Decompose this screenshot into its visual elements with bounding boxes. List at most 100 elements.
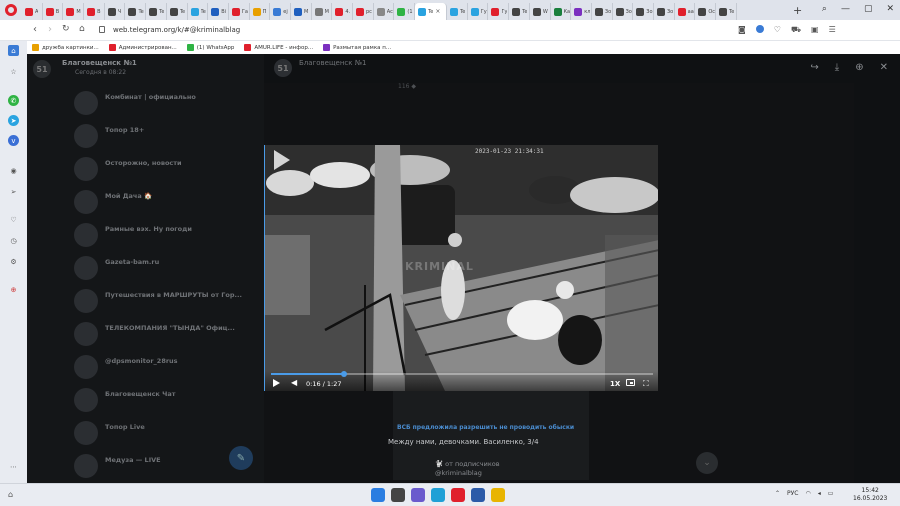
chat-item[interactable]: Gazeta-bam.ru	[27, 252, 264, 285]
browser-tab[interactable]: П	[250, 3, 271, 20]
browser-tab[interactable]: Te	[146, 3, 167, 20]
progress-knob[interactable]	[340, 371, 347, 377]
battery-icon[interactable]: ▭	[828, 490, 834, 497]
task-view-icon[interactable]	[391, 488, 405, 502]
home-icon[interactable]: ⌂	[79, 24, 85, 34]
star-icon[interactable]: ☆	[8, 66, 19, 77]
video-player[interactable]: 2023-01-23 21:34:31 KRIMINAL ◀ 0:16 / 1:…	[264, 145, 658, 391]
zoom-icon[interactable]: ⊕	[855, 62, 863, 73]
favorites-heart-icon[interactable]: ♡	[8, 214, 19, 225]
bookmark-item[interactable]: дружба картинки...	[32, 44, 99, 51]
settings-gear-icon[interactable]: ⚙	[8, 256, 19, 267]
new-tab-button[interactable]: +	[793, 4, 802, 17]
browser-tab[interactable]: В	[43, 3, 64, 20]
forward-button[interactable]: ›	[48, 24, 52, 35]
fullscreen-icon[interactable]: ⛶	[643, 379, 649, 389]
browser-tab[interactable]: W	[530, 3, 551, 20]
browser-tab[interactable]: Te ×	[415, 3, 448, 20]
chat-item[interactable]: Мой Дача 🏠	[27, 186, 264, 219]
channel-avatar[interactable]: 51	[33, 60, 51, 78]
chevron-up-icon[interactable]: ⌃	[775, 490, 780, 497]
browser-tab[interactable]: Гу	[488, 3, 510, 20]
browser-tab[interactable]: (1	[394, 3, 416, 20]
browser-tab[interactable]: Зо	[633, 3, 654, 20]
browser-tab[interactable]: Te	[716, 3, 737, 20]
scroll-down-icon[interactable]: ⌄	[696, 452, 718, 474]
reload-button[interactable]: ↻	[62, 24, 70, 34]
lock-icon[interactable]	[99, 26, 105, 33]
maximize-button[interactable]: ▢	[864, 4, 873, 14]
browser-tab[interactable]: 4.	[332, 3, 353, 20]
ai-icon[interactable]: ⊕	[8, 284, 19, 295]
play-button[interactable]	[273, 379, 280, 387]
speaker-icon[interactable]: ◂	[818, 490, 821, 497]
browser-tab[interactable]: Зо	[654, 3, 675, 20]
browser-tab[interactable]: Гу	[468, 3, 489, 20]
browser-tab[interactable]: Ас	[374, 3, 395, 20]
language-indicator[interactable]: РУС	[787, 490, 798, 497]
cart-icon[interactable]: ⛟	[791, 25, 801, 35]
widgets-icon[interactable]: ⌂	[8, 490, 13, 499]
speed-dial-icon[interactable]: ⌂	[8, 45, 19, 56]
browser-tab[interactable]: В	[84, 3, 105, 20]
minimize-button[interactable]: —	[841, 4, 850, 14]
wifi-icon[interactable]: ◠	[806, 490, 811, 497]
clock[interactable]: 15:42 16.05.2023	[853, 487, 887, 503]
opera-logo-icon[interactable]	[5, 4, 17, 16]
browser-tab[interactable]: кл	[571, 3, 592, 20]
forward-icon[interactable]: ↪	[810, 62, 818, 73]
viewer-author[interactable]: Благовещенск №1	[299, 59, 366, 67]
search-tabs-icon[interactable]: ⌕	[822, 4, 827, 14]
browser-tab[interactable]: A	[22, 3, 43, 20]
browser-tab[interactable]: М	[63, 3, 85, 20]
chat-item[interactable]: ТЕЛЕКОМПАНИЯ "ТЫНДА" Офиц...	[27, 318, 264, 351]
browser-tab[interactable]: Зо	[613, 3, 634, 20]
chat-item[interactable]: @dpsmonitor_28rus	[27, 351, 264, 384]
close-window-button[interactable]: ✕	[886, 4, 894, 14]
browser-tab[interactable]: рс	[353, 3, 374, 20]
start-icon[interactable]	[371, 488, 385, 502]
explorer-icon[interactable]	[491, 488, 505, 502]
viewer-avatar[interactable]: 51	[274, 59, 292, 77]
browser-tab[interactable]: Га	[229, 3, 250, 20]
progress-bar[interactable]	[271, 371, 653, 377]
word-icon[interactable]	[471, 488, 485, 502]
browser-tab[interactable]: Te	[509, 3, 530, 20]
bookmark-item[interactable]: Размытая рамка п...	[323, 44, 391, 51]
chat-item[interactable]: Топор Live	[27, 417, 264, 450]
big-play-icon[interactable]	[265, 145, 295, 175]
browser-tab[interactable]: Te	[188, 3, 209, 20]
player-icon[interactable]: ◉	[8, 165, 19, 176]
close-tab-icon[interactable]: ×	[435, 8, 440, 15]
browser-tab[interactable]: Te	[447, 3, 468, 20]
browser-tab[interactable]: Te	[125, 3, 147, 20]
chat-item[interactable]: Рамные вэх. Ну погоди	[27, 219, 264, 252]
browser-tab[interactable]: М	[291, 3, 312, 20]
bookmark-item[interactable]: AMUR.LIFE - инфор...	[244, 44, 313, 51]
chat-item[interactable]: Осторожно, новости	[27, 153, 264, 186]
browser-tab[interactable]: Зо	[592, 3, 613, 20]
browser-tab[interactable]: Ос	[695, 3, 716, 20]
chat-item[interactable]: Топор 18+	[27, 120, 264, 153]
vpn-icon[interactable]	[755, 25, 764, 33]
browser-tab[interactable]: Ч	[105, 3, 126, 20]
bookmark-item[interactable]: Администрирован...	[108, 44, 177, 51]
compose-pencil-icon[interactable]: ✎	[229, 446, 253, 470]
extensions-icon[interactable]: ▣	[811, 25, 819, 35]
browser-tab[interactable]: Te	[167, 3, 188, 20]
close-viewer-icon[interactable]: ✕	[880, 62, 888, 73]
chat-item[interactable]: Комбинат | официально	[27, 87, 264, 120]
browser-tab[interactable]: Ка	[551, 3, 572, 20]
more-icon[interactable]: ⋯	[8, 461, 19, 472]
back-button[interactable]: ‹	[33, 24, 37, 35]
download-icon[interactable]: ⤓	[835, 62, 839, 73]
volume-icon[interactable]: ◀	[291, 378, 297, 387]
easy-setup-icon[interactable]: ☰	[829, 25, 836, 35]
telegram-icon[interactable]: ➤	[8, 115, 19, 126]
camera-icon[interactable]: ◙	[738, 25, 746, 35]
playback-speed-button[interactable]: 1X	[610, 380, 620, 388]
browser-tab[interactable]: Bi	[208, 3, 229, 20]
browser-tab[interactable]: М	[312, 3, 333, 20]
browser-tab[interactable]: аа	[675, 3, 696, 20]
url-field[interactable]: web.telegram.org/k/#@kriminalblag	[113, 26, 240, 34]
